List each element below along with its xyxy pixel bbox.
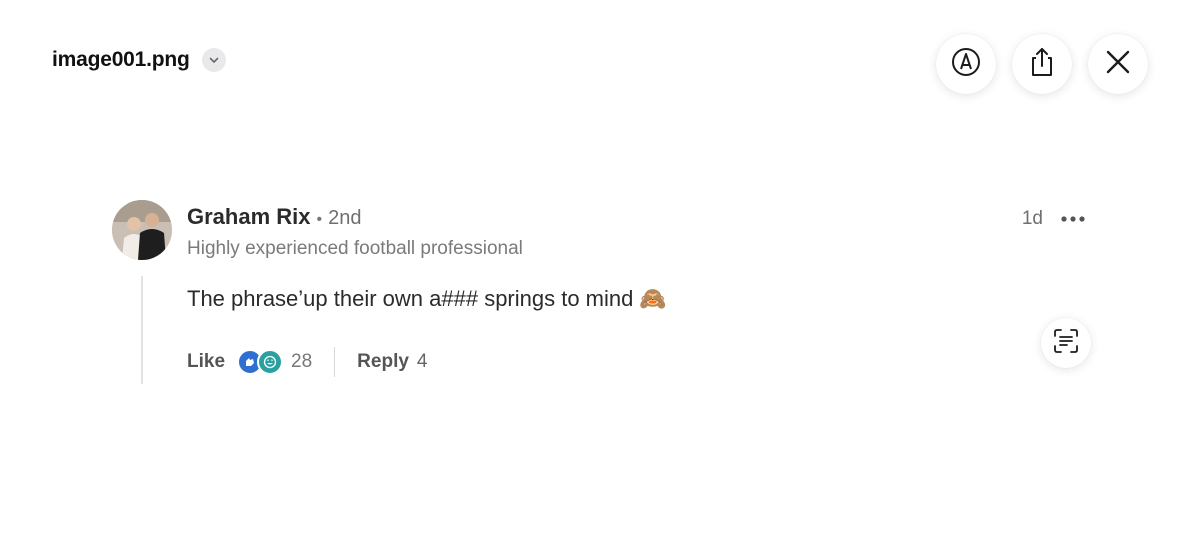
avatar[interactable]	[112, 200, 172, 260]
close-icon	[1105, 49, 1131, 80]
connection-degree: 2nd	[328, 207, 362, 229]
live-text-button[interactable]	[1041, 318, 1091, 368]
action-divider	[334, 347, 336, 377]
chevron-down-icon[interactable]	[201, 48, 226, 72]
share-button[interactable]	[1012, 34, 1072, 94]
ellipsis-icon[interactable]	[1060, 210, 1086, 228]
markup-pen-icon	[950, 46, 982, 83]
comment-actions: Like 28 Reply 4	[187, 346, 428, 378]
comment-text: The phrase’up their own a### springs to …	[187, 286, 634, 311]
quicklook-toolbar	[936, 34, 1148, 94]
author-name[interactable]: Graham Rix	[187, 204, 311, 230]
filename-title: image001.png	[52, 48, 190, 71]
reply-count[interactable]: 4	[417, 351, 428, 373]
close-button[interactable]	[1088, 34, 1148, 94]
laugh-icon	[257, 349, 284, 375]
reactions[interactable]	[237, 349, 284, 375]
comment-meta: Graham Rix • 2nd Highly experienced foot…	[187, 204, 523, 260]
like-button[interactable]: Like	[187, 351, 225, 373]
filename-header: image001.png	[52, 48, 226, 72]
reaction-count[interactable]: 28	[291, 351, 312, 373]
reply-button[interactable]: Reply	[357, 351, 409, 373]
dot-separator: •	[316, 211, 323, 228]
markup-button[interactable]	[936, 34, 996, 94]
thread-line	[141, 276, 143, 384]
author-headline: Highly experienced football professional	[187, 238, 523, 259]
comment-time: 1d	[1021, 208, 1043, 229]
comment-body: The phrase’up their own a### springs to …	[187, 286, 667, 312]
live-text-icon	[1053, 328, 1079, 359]
share-icon	[1027, 46, 1057, 83]
see-no-evil-monkey-emoji: 🙈	[639, 286, 667, 311]
